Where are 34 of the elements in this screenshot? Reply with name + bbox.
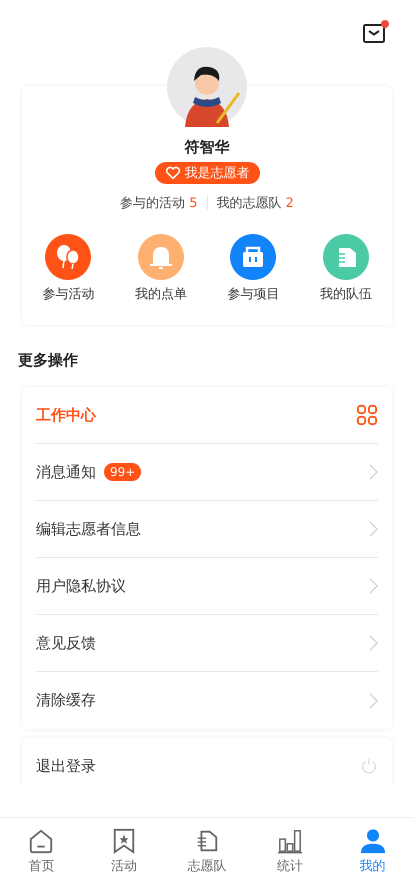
menu-item[interactable]: 编辑志愿者信息 bbox=[36, 501, 378, 558]
mail-icon[interactable] bbox=[362, 20, 390, 46]
menu-item[interactable]: 消息通知 99+ bbox=[36, 444, 378, 501]
tab-item[interactable]: 活动 bbox=[82, 818, 166, 896]
unread-count: 99+ bbox=[104, 463, 142, 481]
home-icon bbox=[28, 828, 54, 854]
logout-button[interactable]: 退出登录 bbox=[36, 738, 378, 784]
shortcut-button[interactable]: 我的点单 bbox=[120, 234, 201, 303]
shortcut-button[interactable]: 参与项目 bbox=[213, 234, 294, 303]
tab-item[interactable]: 志愿队 bbox=[166, 818, 248, 896]
shortcut-button[interactable]: 参与活动 bbox=[28, 234, 108, 303]
stat-label: 我的志愿队 bbox=[216, 195, 282, 212]
heart-icon bbox=[164, 166, 180, 180]
chevron-right-icon bbox=[369, 520, 378, 538]
chevron-right-icon bbox=[369, 692, 378, 710]
section-title: 更多操作 bbox=[18, 351, 79, 371]
stat-count: 2 bbox=[286, 196, 294, 210]
user-name: 符智华 bbox=[184, 138, 230, 157]
chevron-right-icon bbox=[369, 577, 378, 595]
menu-item[interactable]: 清除缓存 bbox=[36, 672, 378, 729]
chevron-right-icon bbox=[369, 634, 378, 652]
chevron-right-icon bbox=[369, 463, 378, 481]
stat-label: 参与的活动 bbox=[120, 195, 186, 212]
stat-count: 5 bbox=[189, 196, 198, 210]
user-icon bbox=[360, 828, 386, 854]
power-icon bbox=[360, 757, 378, 775]
tab-item[interactable]: 我的 bbox=[331, 818, 414, 896]
grid-icon bbox=[356, 404, 378, 426]
tab-item[interactable]: 统计 bbox=[248, 818, 332, 896]
menu-item[interactable]: 意见反馈 bbox=[36, 615, 378, 672]
menu-item[interactable]: 用户隐私协议 bbox=[36, 558, 378, 615]
bar-chart-icon bbox=[276, 828, 303, 854]
tab-item[interactable]: 首页 bbox=[0, 818, 83, 896]
shortcut-button[interactable]: 我的队伍 bbox=[306, 234, 386, 303]
